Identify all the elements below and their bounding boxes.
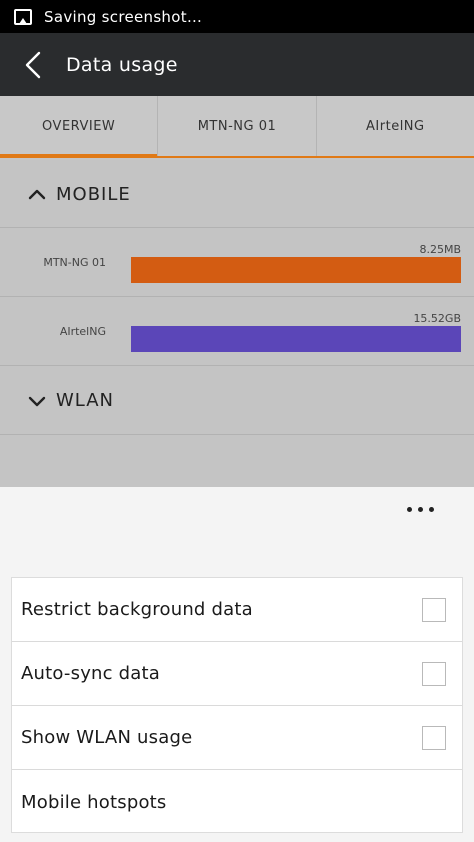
tab-bar: OVERVIEW MTN-NG 01 AIrtelNG	[0, 96, 474, 158]
usage-bar-airtel	[131, 326, 461, 352]
tab-label: OVERVIEW	[42, 118, 116, 134]
list-item-label: Mobile hotspots	[21, 791, 167, 813]
content-background	[0, 435, 474, 487]
tab-label: AIrtelNG	[366, 118, 425, 134]
list-item-label: Auto-sync data	[21, 663, 161, 684]
tab-overview[interactable]: OVERVIEW	[0, 96, 158, 158]
usage-label: MTN-NG 01	[43, 256, 106, 269]
list-item-restrict-background-data[interactable]: Restrict background data	[12, 578, 462, 642]
list-item-show-wlan-usage[interactable]: Show WLAN usage	[12, 706, 462, 770]
usage-value: 15.52GB	[413, 312, 461, 325]
list-item-auto-sync-data[interactable]: Auto-sync data	[12, 642, 462, 706]
usage-row-mtn[interactable]: MTN-NG 01 8.25MB	[0, 228, 474, 297]
status-text: Saving screenshot…	[44, 7, 203, 26]
usage-row-airtel[interactable]: AIrtelNG 15.52GB	[0, 297, 474, 366]
settings-list: Restrict background data Auto-sync data …	[11, 577, 463, 833]
wlan-section-header[interactable]: WLAN	[0, 366, 474, 435]
auto-sync-data-checkbox[interactable]	[422, 661, 446, 686]
wlan-section-title: WLAN	[56, 390, 115, 411]
show-wlan-usage-checkbox[interactable]	[422, 725, 446, 750]
usage-label: AIrtelNG	[59, 325, 106, 338]
page-title: Data usage	[66, 53, 178, 76]
back-arrow-icon	[25, 51, 41, 78]
back-button[interactable]	[8, 33, 58, 96]
restrict-background-data-checkbox[interactable]	[422, 597, 446, 622]
list-item-mobile-hotspots[interactable]: Mobile hotspots	[12, 770, 462, 834]
usage-bar-mtn	[131, 257, 461, 283]
tab-mtn-ng-01[interactable]: MTN-NG 01	[157, 96, 315, 156]
tab-label: MTN-NG 01	[197, 118, 277, 134]
status-bar: Saving screenshot…	[0, 0, 474, 33]
chevron-up-icon	[28, 189, 46, 200]
list-item-label: Restrict background data	[21, 599, 253, 620]
mobile-section-title: MOBILE	[56, 183, 131, 205]
tab-airtelng[interactable]: AIrtelNG	[315, 96, 474, 156]
chevron-down-icon	[28, 396, 46, 406]
overflow-menu-sheet: Restrict background data Auto-sync data …	[0, 487, 474, 842]
image-icon	[14, 8, 32, 25]
mobile-section-header[interactable]: MOBILE	[0, 160, 474, 228]
usage-value: 8.25MB	[419, 243, 461, 256]
list-item-label: Show WLAN usage	[21, 727, 193, 748]
app-bar: Data usage	[0, 33, 474, 96]
more-dots-icon[interactable]	[400, 497, 440, 521]
